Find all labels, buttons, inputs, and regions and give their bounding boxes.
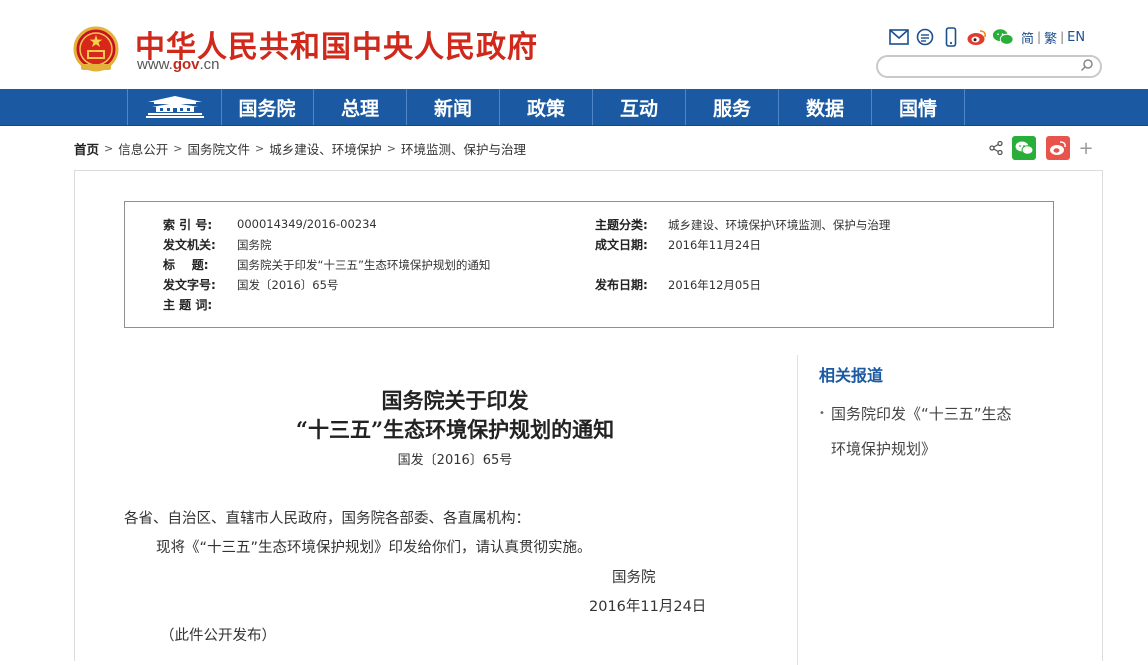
url-suffix: .cn [199, 56, 220, 73]
mail-icon[interactable] [888, 26, 910, 48]
wechat-icon[interactable] [992, 26, 1014, 48]
nav-items: 国务院 总理 新闻 政策 互动 服务 数据 国情 [221, 89, 965, 125]
breadcrumb: 首页 > 信息公开 > 国务院文件 > 城乡建设、环境保护 > 环境监测、保护与… [74, 139, 526, 158]
url-prefix: www. [137, 56, 173, 73]
related-report-line1: 国务院印发《“十三五”生态 [831, 405, 1012, 423]
breadcrumb-sep: > [386, 142, 396, 155]
content-panel: 索 引 号: 000014349/2016-00234 主题分类: 城乡建设、环… [74, 170, 1103, 665]
mobile-icon[interactable] [940, 26, 962, 48]
date-created-label: 成文日期: [595, 238, 648, 252]
site-header: 中华人民共和国中央人民政府 www.gov.cn 简 | 繁 | EN [0, 0, 1148, 89]
related-report-link[interactable]: • 国务院印发《“十三五”生态 环境保护规划》 [819, 397, 1059, 467]
index-value: 000014349/2016-00234 [237, 217, 377, 231]
weibo-icon[interactable] [966, 26, 988, 48]
lang-separator: | [1060, 30, 1065, 44]
weibo-share-icon[interactable] [1046, 136, 1070, 160]
lang-english-link[interactable]: EN [1067, 30, 1085, 45]
share-icon[interactable] [984, 136, 1008, 160]
breadcrumb-state-council-docs[interactable]: 国务院文件 [187, 139, 250, 158]
nav-home-button[interactable] [127, 89, 222, 125]
national-emblem-icon[interactable] [73, 26, 119, 74]
nav-item-state-council[interactable]: 国务院 [221, 89, 314, 125]
document-title-line1: 国务院关于印发 [381, 388, 529, 413]
date-created-value: 2016年11月24日 [668, 238, 762, 252]
title-value: 国务院关于印发“十三五”生态环境保护规划的通知 [237, 258, 491, 272]
nav-item-policy[interactable]: 政策 [500, 89, 593, 125]
issuer-label: 发文机关: [163, 238, 216, 252]
category-value: 城乡建设、环境保护\环境监测、保护与治理 [668, 218, 891, 232]
lang-separator: | [1037, 30, 1042, 44]
wechat-share-icon[interactable] [1012, 136, 1036, 160]
document-title-line2: “十三五”生态环境保护规划的通知 [295, 417, 615, 442]
search-input[interactable] [888, 58, 1082, 78]
document-number: 国发〔2016〕65号 [397, 453, 513, 468]
publish-date-value: 2016年12月05日 [668, 278, 762, 292]
doc-number-label: 发文字号: [163, 278, 216, 292]
document-signature: 国务院 [612, 570, 656, 586]
top-toolbar: 简 | 繁 | EN [888, 26, 1088, 48]
category-label: 主题分类: [595, 218, 648, 232]
breadcrumb-sep: > [173, 142, 183, 155]
related-report-line2: 环境保护规划》 [831, 440, 937, 458]
nav-item-premier[interactable]: 总理 [314, 89, 407, 125]
document-public-note: （此件公开发布） [160, 628, 276, 644]
breadcrumb-sep: > [104, 142, 114, 155]
keywords-label: 主 题 词: [163, 298, 213, 312]
publish-date-label: 发布日期: [595, 278, 648, 292]
document-date: 2016年11月24日 [589, 599, 707, 615]
nav-item-news[interactable]: 新闻 [407, 89, 500, 125]
breadcrumb-sep: > [254, 142, 265, 155]
nav-item-data[interactable]: 数据 [779, 89, 872, 125]
lang-simplified-link[interactable]: 简 [1021, 28, 1034, 47]
nav-item-interaction[interactable]: 互动 [593, 89, 686, 125]
breadcrumb-urban-env[interactable]: 城乡建设、环境保护 [269, 139, 382, 158]
breadcrumb-info-public[interactable]: 信息公开 [118, 139, 168, 158]
bullet-icon: • [819, 408, 825, 419]
document-paragraph: 现将《“十三五”生态环境保护规划》印发给你们，请认真贯彻实施。 [156, 540, 592, 556]
title-label: 标 题: [163, 258, 209, 272]
nav-item-national-info[interactable]: 国情 [872, 89, 965, 125]
document-metadata: 索 引 号: 000014349/2016-00234 主题分类: 城乡建设、环… [124, 201, 1054, 328]
issuer-value: 国务院 [237, 238, 272, 252]
breadcrumb-home[interactable]: 首页 [74, 139, 99, 158]
index-label: 索 引 号: [163, 218, 213, 232]
lang-traditional-link[interactable]: 繁 [1044, 28, 1057, 47]
doc-number-value: 国发〔2016〕65号 [237, 278, 339, 292]
more-share-icon[interactable]: + [1074, 136, 1098, 160]
url-domain: gov [172, 56, 200, 73]
search-box [876, 55, 1102, 78]
main-nav: 国务院 总理 新闻 政策 互动 服务 数据 国情 [0, 89, 1148, 126]
nav-item-services[interactable]: 服务 [686, 89, 779, 125]
note-icon[interactable] [914, 26, 936, 48]
site-url[interactable]: www.gov.cn [137, 56, 220, 73]
tiananmen-icon [145, 96, 204, 118]
document-salutation: 各省、自治区、直辖市人民政府，国务院各部委、各直属机构： [124, 511, 530, 527]
related-reports-title: 相关报道 [819, 366, 884, 385]
breadcrumb-env-monitoring[interactable]: 环境监测、保护与治理 [401, 139, 526, 158]
search-icon[interactable] [1080, 58, 1094, 72]
